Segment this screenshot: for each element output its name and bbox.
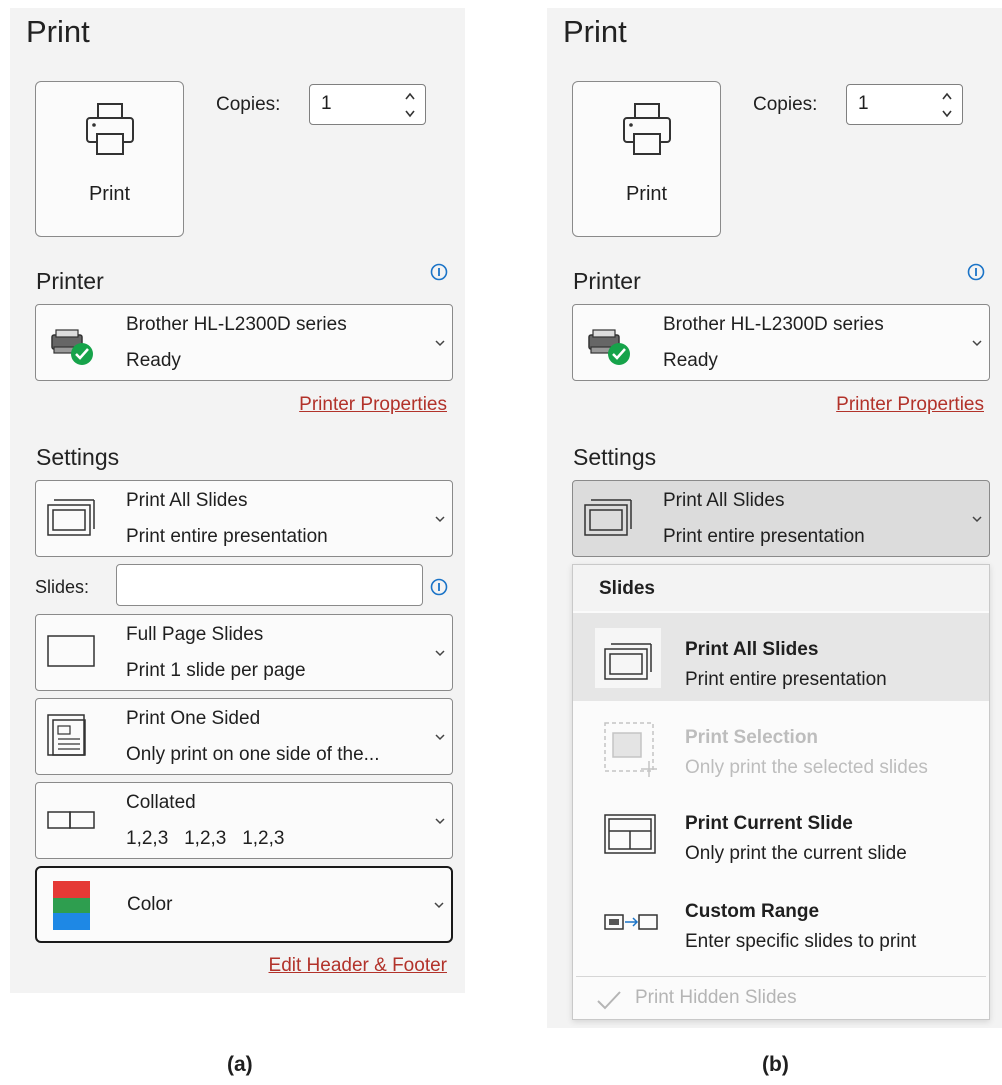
copies-label: Copies: <box>216 94 281 115</box>
printer-properties-link[interactable]: Printer Properties <box>836 394 984 416</box>
all-slides-icon <box>47 499 95 536</box>
collation-subtitle: 1,2,3 1,2,3 1,2,3 <box>126 828 285 849</box>
info-icon[interactable] <box>967 263 985 281</box>
custom-range-icon <box>604 914 658 930</box>
printer-ready-icon <box>51 329 93 365</box>
copies-input[interactable]: 1 <box>846 84 963 125</box>
slides-menu: Slides Print All Slides Print entire pre… <box>572 564 990 1020</box>
printer-dropdown[interactable]: Brother HL-L2300D series Ready <box>572 304 990 381</box>
printer-icon <box>623 103 671 155</box>
copies-input[interactable]: 1 <box>309 84 426 125</box>
menu-item-title: Print Selection <box>685 727 819 748</box>
printer-icon <box>86 103 134 155</box>
menu-item-print-current-slide[interactable]: Print Current Slide Only print the curre… <box>573 789 989 877</box>
collation-title: Collated <box>126 792 196 813</box>
slides-range-dropdown[interactable]: Print All Slides Print entire presentati… <box>35 480 453 557</box>
menu-item-subtitle: Print entire presentation <box>685 669 887 690</box>
chevron-down-icon <box>972 516 982 523</box>
slides-range-dropdown[interactable]: Print All Slides Print entire presentati… <box>572 480 990 557</box>
chevron-down-icon <box>435 650 445 657</box>
one-sided-icon <box>47 714 86 756</box>
spinner-arrows-icon[interactable] <box>403 89 417 121</box>
printer-status: Ready <box>126 350 181 371</box>
menu-item-subtitle: Only print the selected slides <box>685 757 928 778</box>
spinner-arrows-icon[interactable] <box>940 89 954 121</box>
current-slide-icon <box>604 814 656 854</box>
print-button[interactable]: Print <box>572 81 721 237</box>
printer-properties-link[interactable]: Printer Properties <box>299 394 447 416</box>
color-dropdown[interactable]: Color <box>35 866 453 943</box>
color-swatch-icon <box>53 881 90 930</box>
printer-status: Ready <box>663 350 718 371</box>
print-panel-b: Print Print Copies: 1 Printer Brother HL… <box>547 8 1002 1028</box>
menu-item-print-selection[interactable]: Print Selection Only print the selected … <box>573 701 989 789</box>
chevron-down-icon <box>435 818 445 825</box>
chevron-down-icon <box>434 902 444 909</box>
slides-range-title: Print All Slides <box>663 490 785 511</box>
chevron-down-icon <box>435 734 445 741</box>
copies-value: 1 <box>321 93 332 114</box>
slides-label: Slides: <box>35 577 90 597</box>
layout-dropdown[interactable]: Full Page Slides Print 1 slide per page <box>35 614 453 691</box>
copies-label: Copies: <box>753 94 818 115</box>
printer-heading: Printer <box>36 268 104 294</box>
collation-dropdown[interactable]: Collated 1,2,3 1,2,3 1,2,3 <box>35 782 453 859</box>
slides-input[interactable] <box>116 564 423 606</box>
menu-header: Slides <box>573 565 989 611</box>
menu-item-subtitle: Enter specific slides to print <box>685 931 917 952</box>
menu-item-print-all-slides[interactable]: Print All Slides Print entire presentati… <box>573 613 989 701</box>
print-hidden-slides-toggle[interactable]: Print Hidden Slides <box>573 979 989 1019</box>
copies-value: 1 <box>858 93 869 114</box>
all-slides-icon <box>595 628 661 688</box>
printer-ready-icon <box>588 329 630 365</box>
print-button-label: Print <box>625 183 668 205</box>
color-title: Color <box>127 894 173 915</box>
menu-item-title: Custom Range <box>685 901 820 922</box>
slides-range-title: Print All Slides <box>126 490 248 511</box>
settings-heading: Settings <box>573 444 657 470</box>
selection-icon <box>604 722 657 777</box>
layout-subtitle: Print 1 slide per page <box>126 660 306 681</box>
layout-title: Full Page Slides <box>126 624 264 645</box>
sides-title: Print One Sided <box>126 708 261 729</box>
full-page-icon <box>47 635 95 667</box>
menu-header-label: Slides <box>599 578 655 599</box>
page-title: Print <box>563 14 627 49</box>
print-panel-a: Print Print Copies: 1 Printer Brother HL… <box>10 8 465 993</box>
chevron-down-icon <box>435 340 445 347</box>
sides-dropdown[interactable]: Print One Sided Only print on one side o… <box>35 698 453 775</box>
menu-item-title: Print Current Slide <box>685 813 853 834</box>
caption-b: (b) <box>762 1053 789 1076</box>
page-title: Print <box>26 14 90 49</box>
printer-name: Brother HL-L2300D series <box>663 314 884 335</box>
menu-item-custom-range[interactable]: Custom Range Enter specific slides to pr… <box>573 877 989 965</box>
menu-item-title: Print All Slides <box>685 639 819 660</box>
chevron-down-icon <box>435 516 445 523</box>
info-icon[interactable] <box>430 263 448 281</box>
printer-heading: Printer <box>573 268 641 294</box>
info-icon[interactable] <box>430 578 448 596</box>
slides-range-subtitle: Print entire presentation <box>663 526 865 547</box>
printer-name: Brother HL-L2300D series <box>126 314 347 335</box>
caption-a: (a) <box>227 1053 253 1076</box>
slides-range-subtitle: Print entire presentation <box>126 526 328 547</box>
print-button-label: Print <box>88 183 131 205</box>
all-slides-icon <box>584 499 632 536</box>
settings-heading: Settings <box>36 444 120 470</box>
sides-subtitle: Only print on one side of the... <box>126 744 380 765</box>
print-button[interactable]: Print <box>35 81 184 237</box>
menu-separator <box>576 976 986 977</box>
menu-item-subtitle: Only print the current slide <box>685 843 907 864</box>
printer-dropdown[interactable]: Brother HL-L2300D series Ready <box>35 304 453 381</box>
collated-icon <box>47 811 95 829</box>
print-hidden-slides-label: Print Hidden Slides <box>635 987 797 1008</box>
checkmark-icon <box>597 991 621 1010</box>
chevron-down-icon <box>972 340 982 347</box>
edit-header-footer-link[interactable]: Edit Header & Footer <box>269 955 447 977</box>
